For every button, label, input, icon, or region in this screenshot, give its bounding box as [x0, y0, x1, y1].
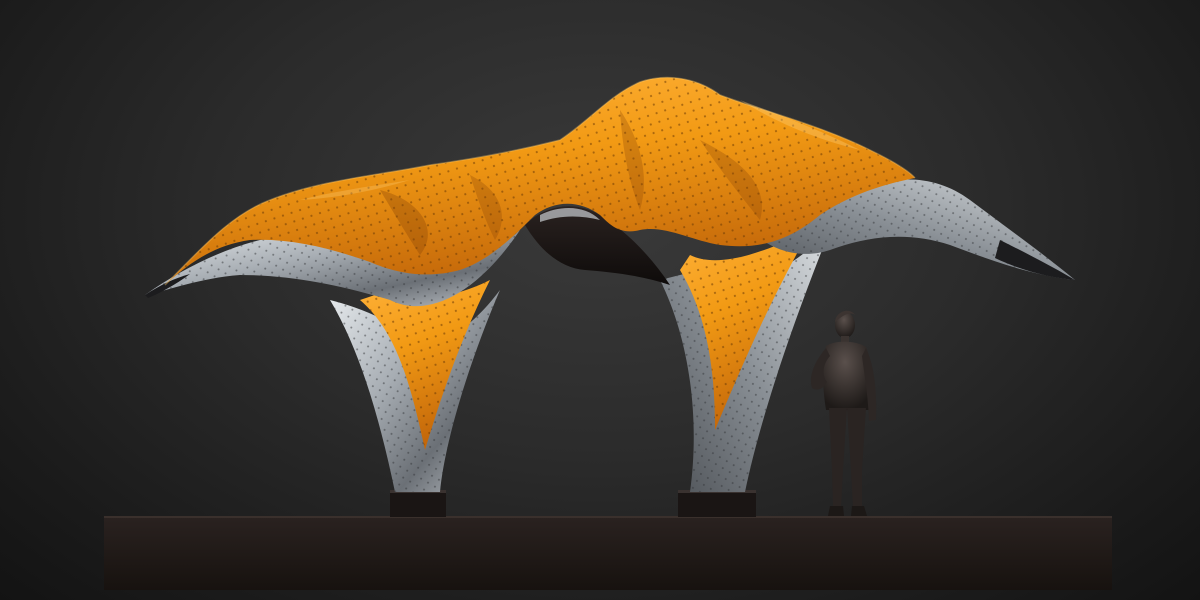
plinth: [104, 516, 1112, 590]
right-column: [660, 230, 830, 492]
sculpture-render-scene: [0, 0, 1200, 600]
right-footing: [678, 490, 756, 517]
left-footing: [390, 490, 446, 517]
left-column: [330, 280, 500, 492]
render-canvas: [104, 76, 1112, 590]
human-scale-figure: [810, 310, 877, 516]
